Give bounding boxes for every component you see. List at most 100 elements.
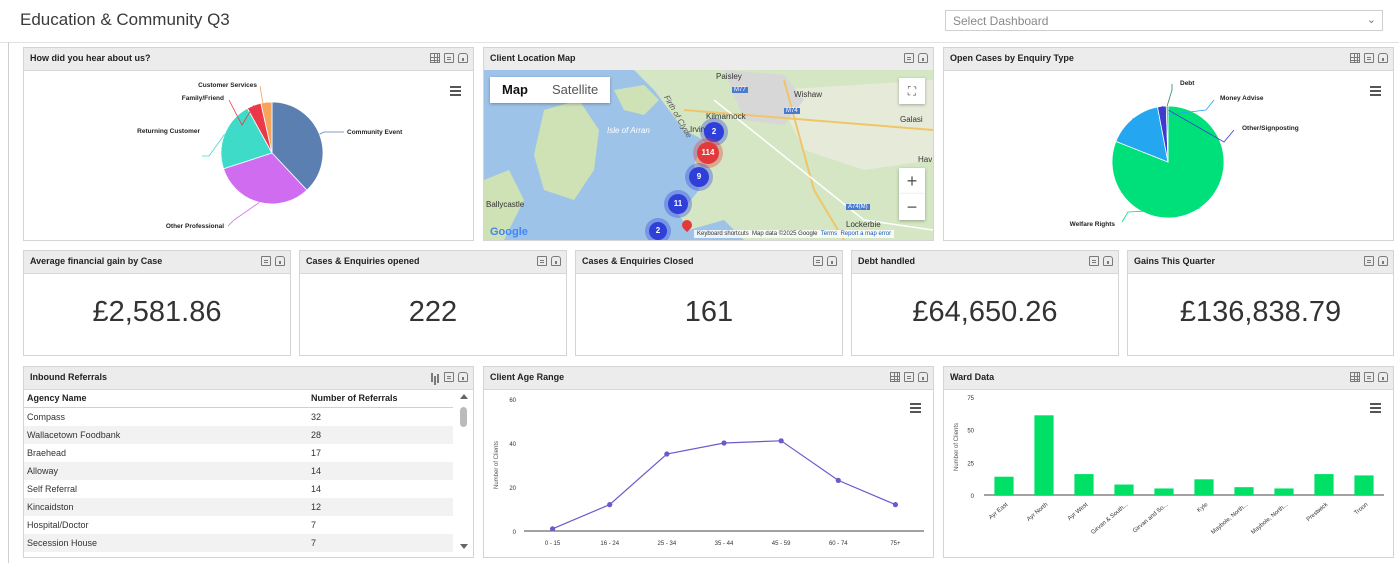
- map-cluster[interactable]: 11: [668, 194, 688, 214]
- export-icon[interactable]: [444, 372, 454, 382]
- open-cases-panel: Open Cases by Enquiry Type Welfare Right…: [943, 47, 1394, 241]
- table-view-icon[interactable]: [1350, 53, 1360, 63]
- x-tick-label: Troon: [1354, 502, 1370, 517]
- bar: [994, 476, 1014, 495]
- agency-name: Braehead: [27, 448, 67, 458]
- x-tick-label: 35 - 44: [715, 541, 734, 547]
- export-icon[interactable]: [904, 53, 914, 63]
- data-point: [549, 526, 556, 532]
- kpi-value: £2,581.86: [92, 296, 222, 328]
- referral-count: 7: [311, 538, 317, 548]
- table-row[interactable]: Self Referral 14: [24, 480, 453, 498]
- fullscreen-icon[interactable]: ⛶: [899, 78, 925, 104]
- settings-icon[interactable]: [918, 372, 928, 382]
- agency-name: Compass: [27, 412, 66, 422]
- road-label: A74(M): [846, 204, 870, 210]
- map-cluster[interactable]: 2: [704, 122, 724, 142]
- bar: [1274, 488, 1294, 495]
- referral-count: 14: [311, 484, 322, 494]
- agency-name: Self Referral: [27, 484, 78, 494]
- export-icon[interactable]: [1364, 256, 1374, 266]
- map-label: Isle of Arran: [607, 126, 650, 135]
- table-view-icon[interactable]: [430, 53, 440, 63]
- map-label: Hav: [918, 155, 933, 164]
- map-cluster[interactable]: 114: [697, 142, 719, 164]
- table-row[interactable]: Kincaidston 12: [24, 498, 453, 516]
- dashboard-select[interactable]: Select Dashboard ⌄: [945, 10, 1383, 31]
- table-view-icon[interactable]: [1350, 372, 1360, 382]
- terms-link[interactable]: Terms: [821, 231, 837, 237]
- scroll-up-icon[interactable]: [460, 394, 468, 399]
- location-map[interactable]: Paisley Wishaw Kilmarnock Isle of Arran …: [484, 70, 933, 240]
- panel-header: Cases & Enquiries Closed: [576, 251, 842, 274]
- agency-name: Hospital/Doctor: [27, 520, 89, 530]
- zoom-out-button[interactable]: −: [899, 194, 925, 220]
- referrals-panel: Inbound Referrals Agency Name Number of …: [23, 366, 474, 558]
- table-view-icon[interactable]: [890, 372, 900, 382]
- referral-count: 12: [311, 502, 322, 512]
- map-label: Kilmarnock: [706, 112, 746, 121]
- settings-icon[interactable]: [275, 256, 285, 266]
- kpi-panel: Average financial gain by Case £2,581.86: [23, 250, 291, 356]
- settings-icon[interactable]: [551, 256, 561, 266]
- zoom-in-button[interactable]: +: [899, 168, 925, 194]
- kpi-value: £64,650.26: [912, 296, 1058, 328]
- satellite-view-button[interactable]: Satellite: [540, 77, 610, 103]
- settings-icon[interactable]: [1378, 53, 1388, 63]
- settings-icon[interactable]: [458, 372, 468, 382]
- settings-icon[interactable]: [1103, 256, 1113, 266]
- map-label: Galasi: [900, 115, 923, 124]
- panel-title: Debt handled: [858, 256, 916, 266]
- scroll-thumb[interactable]: [460, 407, 467, 427]
- column-header-referrals[interactable]: Number of Referrals: [311, 393, 398, 403]
- export-icon[interactable]: [261, 256, 271, 266]
- kpi-panel: Gains This Quarter £136,838.79: [1127, 250, 1394, 356]
- export-icon[interactable]: [1364, 372, 1374, 382]
- table-row[interactable]: Secession House 7: [24, 534, 453, 552]
- data-point: [607, 502, 613, 508]
- map-cluster[interactable]: 9: [689, 167, 709, 187]
- map-cluster[interactable]: 2: [649, 222, 667, 240]
- settings-icon[interactable]: [827, 256, 837, 266]
- export-icon[interactable]: [904, 372, 914, 382]
- panel-header: Debt handled: [852, 251, 1118, 274]
- panel-header: Client Age Range: [484, 367, 933, 390]
- dashboard-select-placeholder: Select Dashboard: [953, 14, 1049, 28]
- panel-title: Cases & Enquiries Closed: [582, 256, 694, 266]
- scroll-down-icon[interactable]: [460, 544, 468, 549]
- keyboard-shortcuts-link[interactable]: Keyboard shortcuts: [697, 231, 749, 237]
- y-tick-label: 75: [967, 396, 974, 402]
- panel-title: Client Age Range: [490, 372, 565, 382]
- export-icon[interactable]: [1089, 256, 1099, 266]
- export-icon[interactable]: [1364, 53, 1374, 63]
- map-label: Ballycastle: [486, 200, 525, 209]
- panel-title: Cases & Enquiries opened: [306, 256, 420, 266]
- settings-icon[interactable]: [458, 53, 468, 63]
- table-row[interactable]: Braehead 17: [24, 444, 453, 462]
- export-icon[interactable]: [444, 53, 454, 63]
- table-row[interactable]: Compass 32: [24, 408, 453, 426]
- table-row[interactable]: Alloway 14: [24, 462, 453, 480]
- panel-title: Gains This Quarter: [1134, 256, 1216, 266]
- table-header: Agency Name Number of Referrals: [24, 389, 453, 408]
- report-map-error-link[interactable]: Report a map error: [840, 231, 891, 237]
- referral-count: 7: [311, 520, 317, 530]
- export-icon[interactable]: [813, 256, 823, 266]
- y-tick-label: 50: [967, 429, 974, 435]
- map-data-text: Map data ©2025 Google: [752, 231, 818, 237]
- export-icon[interactable]: [537, 256, 547, 266]
- table-row[interactable]: Wallacetown Foodbank 28: [24, 426, 453, 444]
- settings-icon[interactable]: [1378, 256, 1388, 266]
- table-scrollbar[interactable]: [457, 389, 471, 557]
- column-header-agency[interactable]: Agency Name: [27, 393, 87, 403]
- settings-icon[interactable]: [1378, 372, 1388, 382]
- settings-icon[interactable]: [918, 53, 928, 63]
- map-view-button[interactable]: Map: [490, 77, 540, 103]
- pie-connector: [227, 202, 260, 227]
- bar-chart-icon[interactable]: [430, 372, 440, 382]
- table-row[interactable]: Hospital/Doctor 7: [24, 516, 453, 534]
- pie-label: Welfare Rights: [1070, 221, 1116, 228]
- ward-data-panel: Ward Data 0 25 50 75 Number of Clients Ayr Ea…: [943, 366, 1394, 558]
- pie-connector: [1166, 84, 1173, 107]
- panel-title: Client Location Map: [490, 53, 576, 63]
